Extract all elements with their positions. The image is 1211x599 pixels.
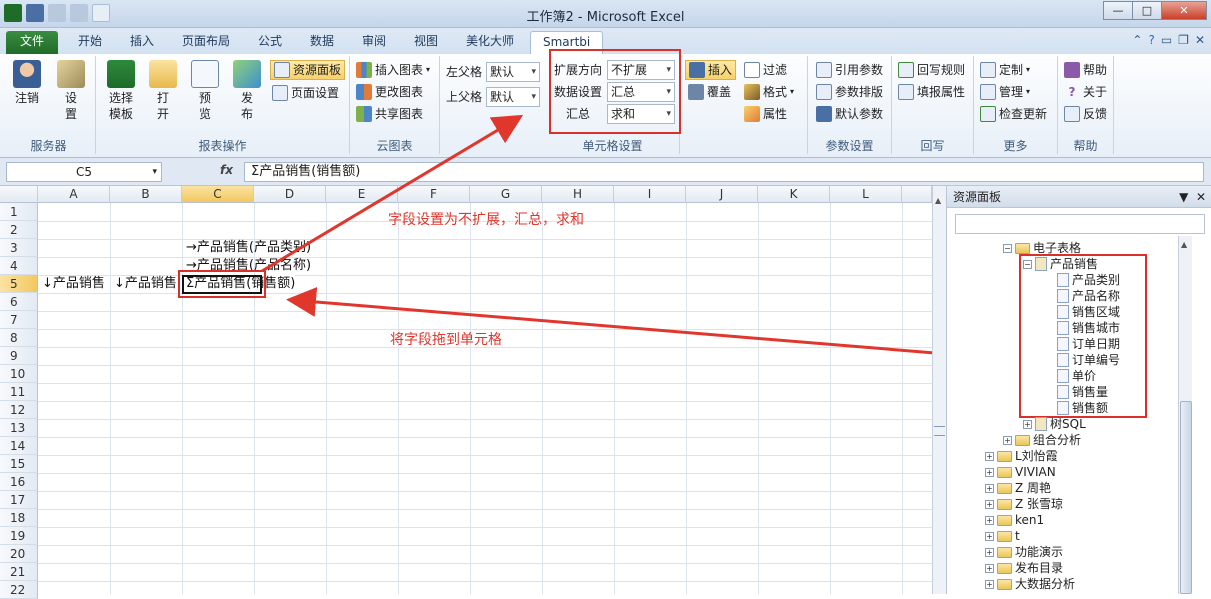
tree-label: 功能演示	[1015, 545, 1064, 559]
tree-node-folder[interactable]: + 发布目录	[985, 560, 1063, 576]
tree-node-folder[interactable]: + Z 周艳	[985, 480, 1051, 496]
panel-vertical-scrollbar[interactable]: ▲	[1178, 236, 1192, 594]
folder-icon	[997, 530, 1012, 542]
resource-panel-header: 资源面板 ▼ ✕	[947, 186, 1211, 208]
tree-node-folder[interactable]: + Z 张雪琼	[985, 496, 1063, 512]
resource-panel-title: 资源面板	[953, 190, 1002, 204]
tree-label: VIVIAN	[1015, 465, 1056, 479]
arrow-to-target-cell	[286, 287, 1021, 362]
folder-icon	[1015, 242, 1030, 254]
tree-label: 组合分析	[1033, 433, 1082, 447]
tree-node-folder[interactable]: + L刘怡霞	[985, 448, 1058, 464]
tree-node-combo-analysis[interactable]: + 组合分析	[1003, 432, 1081, 448]
expand-icon[interactable]: +	[985, 579, 994, 589]
expand-icon[interactable]: +	[1003, 435, 1012, 445]
expand-icon[interactable]: +	[985, 563, 994, 573]
expand-icon[interactable]: +	[985, 467, 994, 477]
expand-icon[interactable]: +	[985, 531, 994, 541]
expand-icon[interactable]: +	[985, 483, 994, 493]
collapse-icon[interactable]: −	[1003, 243, 1012, 253]
arrow-to-cell-settings	[261, 114, 524, 273]
folder-icon	[997, 514, 1012, 526]
tree-node-folder[interactable]: + t	[985, 528, 1020, 544]
resource-panel: 资源面板 ▼ ✕ − 电子表格 − 产品销售 产品类别 产品名称 销售区域 销售城市…	[946, 186, 1211, 594]
folder-icon	[1015, 434, 1030, 446]
tree-node-tree-sql[interactable]: + 树SQL	[1023, 416, 1086, 432]
scroll-up-icon[interactable]: ▲	[935, 196, 941, 205]
tree-label: ken1	[1015, 513, 1045, 527]
tree-node-folder[interactable]: + VIVIAN	[985, 464, 1056, 480]
folder-icon	[997, 450, 1012, 462]
resource-search-input[interactable]	[955, 214, 1205, 234]
folder-icon	[997, 498, 1012, 510]
tree-node-folder[interactable]: + 功能演示	[985, 544, 1063, 560]
dataset-icon	[1035, 417, 1047, 431]
tree-node-folder[interactable]: + ken1	[985, 512, 1044, 528]
tree-node-folder[interactable]: + 大数据分析	[985, 576, 1075, 592]
panel-close-icon[interactable]: ✕	[1196, 190, 1206, 204]
expand-icon[interactable]: +	[985, 547, 994, 557]
fields-highlight-box	[1019, 254, 1147, 418]
tree-label: 大数据分析	[1015, 577, 1076, 591]
tree-label: 树SQL	[1050, 417, 1086, 431]
splitter-handle[interactable]	[934, 426, 945, 436]
tree-label: t	[1015, 529, 1020, 543]
panel-dropdown-icon[interactable]: ▼	[1179, 190, 1188, 204]
expand-icon[interactable]: +	[985, 499, 994, 509]
folder-icon	[997, 546, 1012, 558]
folder-icon	[997, 482, 1012, 494]
folder-icon	[997, 466, 1012, 478]
sheet-vertical-scrollbar[interactable]: ▲	[932, 186, 946, 594]
tree-label: L刘怡霞	[1015, 449, 1058, 463]
tree-label: Z 张雪琼	[1015, 497, 1064, 511]
resource-tree: − 电子表格 − 产品销售 产品类别 产品名称 销售区域 销售城市 订单日期 订单编…	[947, 236, 1197, 594]
folder-icon	[997, 578, 1012, 590]
expand-icon[interactable]: +	[985, 451, 994, 461]
scroll-up-icon[interactable]: ▲	[1181, 240, 1187, 249]
folder-icon	[997, 562, 1012, 574]
tree-label: 发布目录	[1015, 561, 1064, 575]
scroll-thumb[interactable]	[1180, 401, 1192, 594]
expand-icon[interactable]: +	[1023, 419, 1032, 429]
expand-icon[interactable]: +	[985, 515, 994, 525]
tree-label: Z 周艳	[1015, 481, 1052, 495]
